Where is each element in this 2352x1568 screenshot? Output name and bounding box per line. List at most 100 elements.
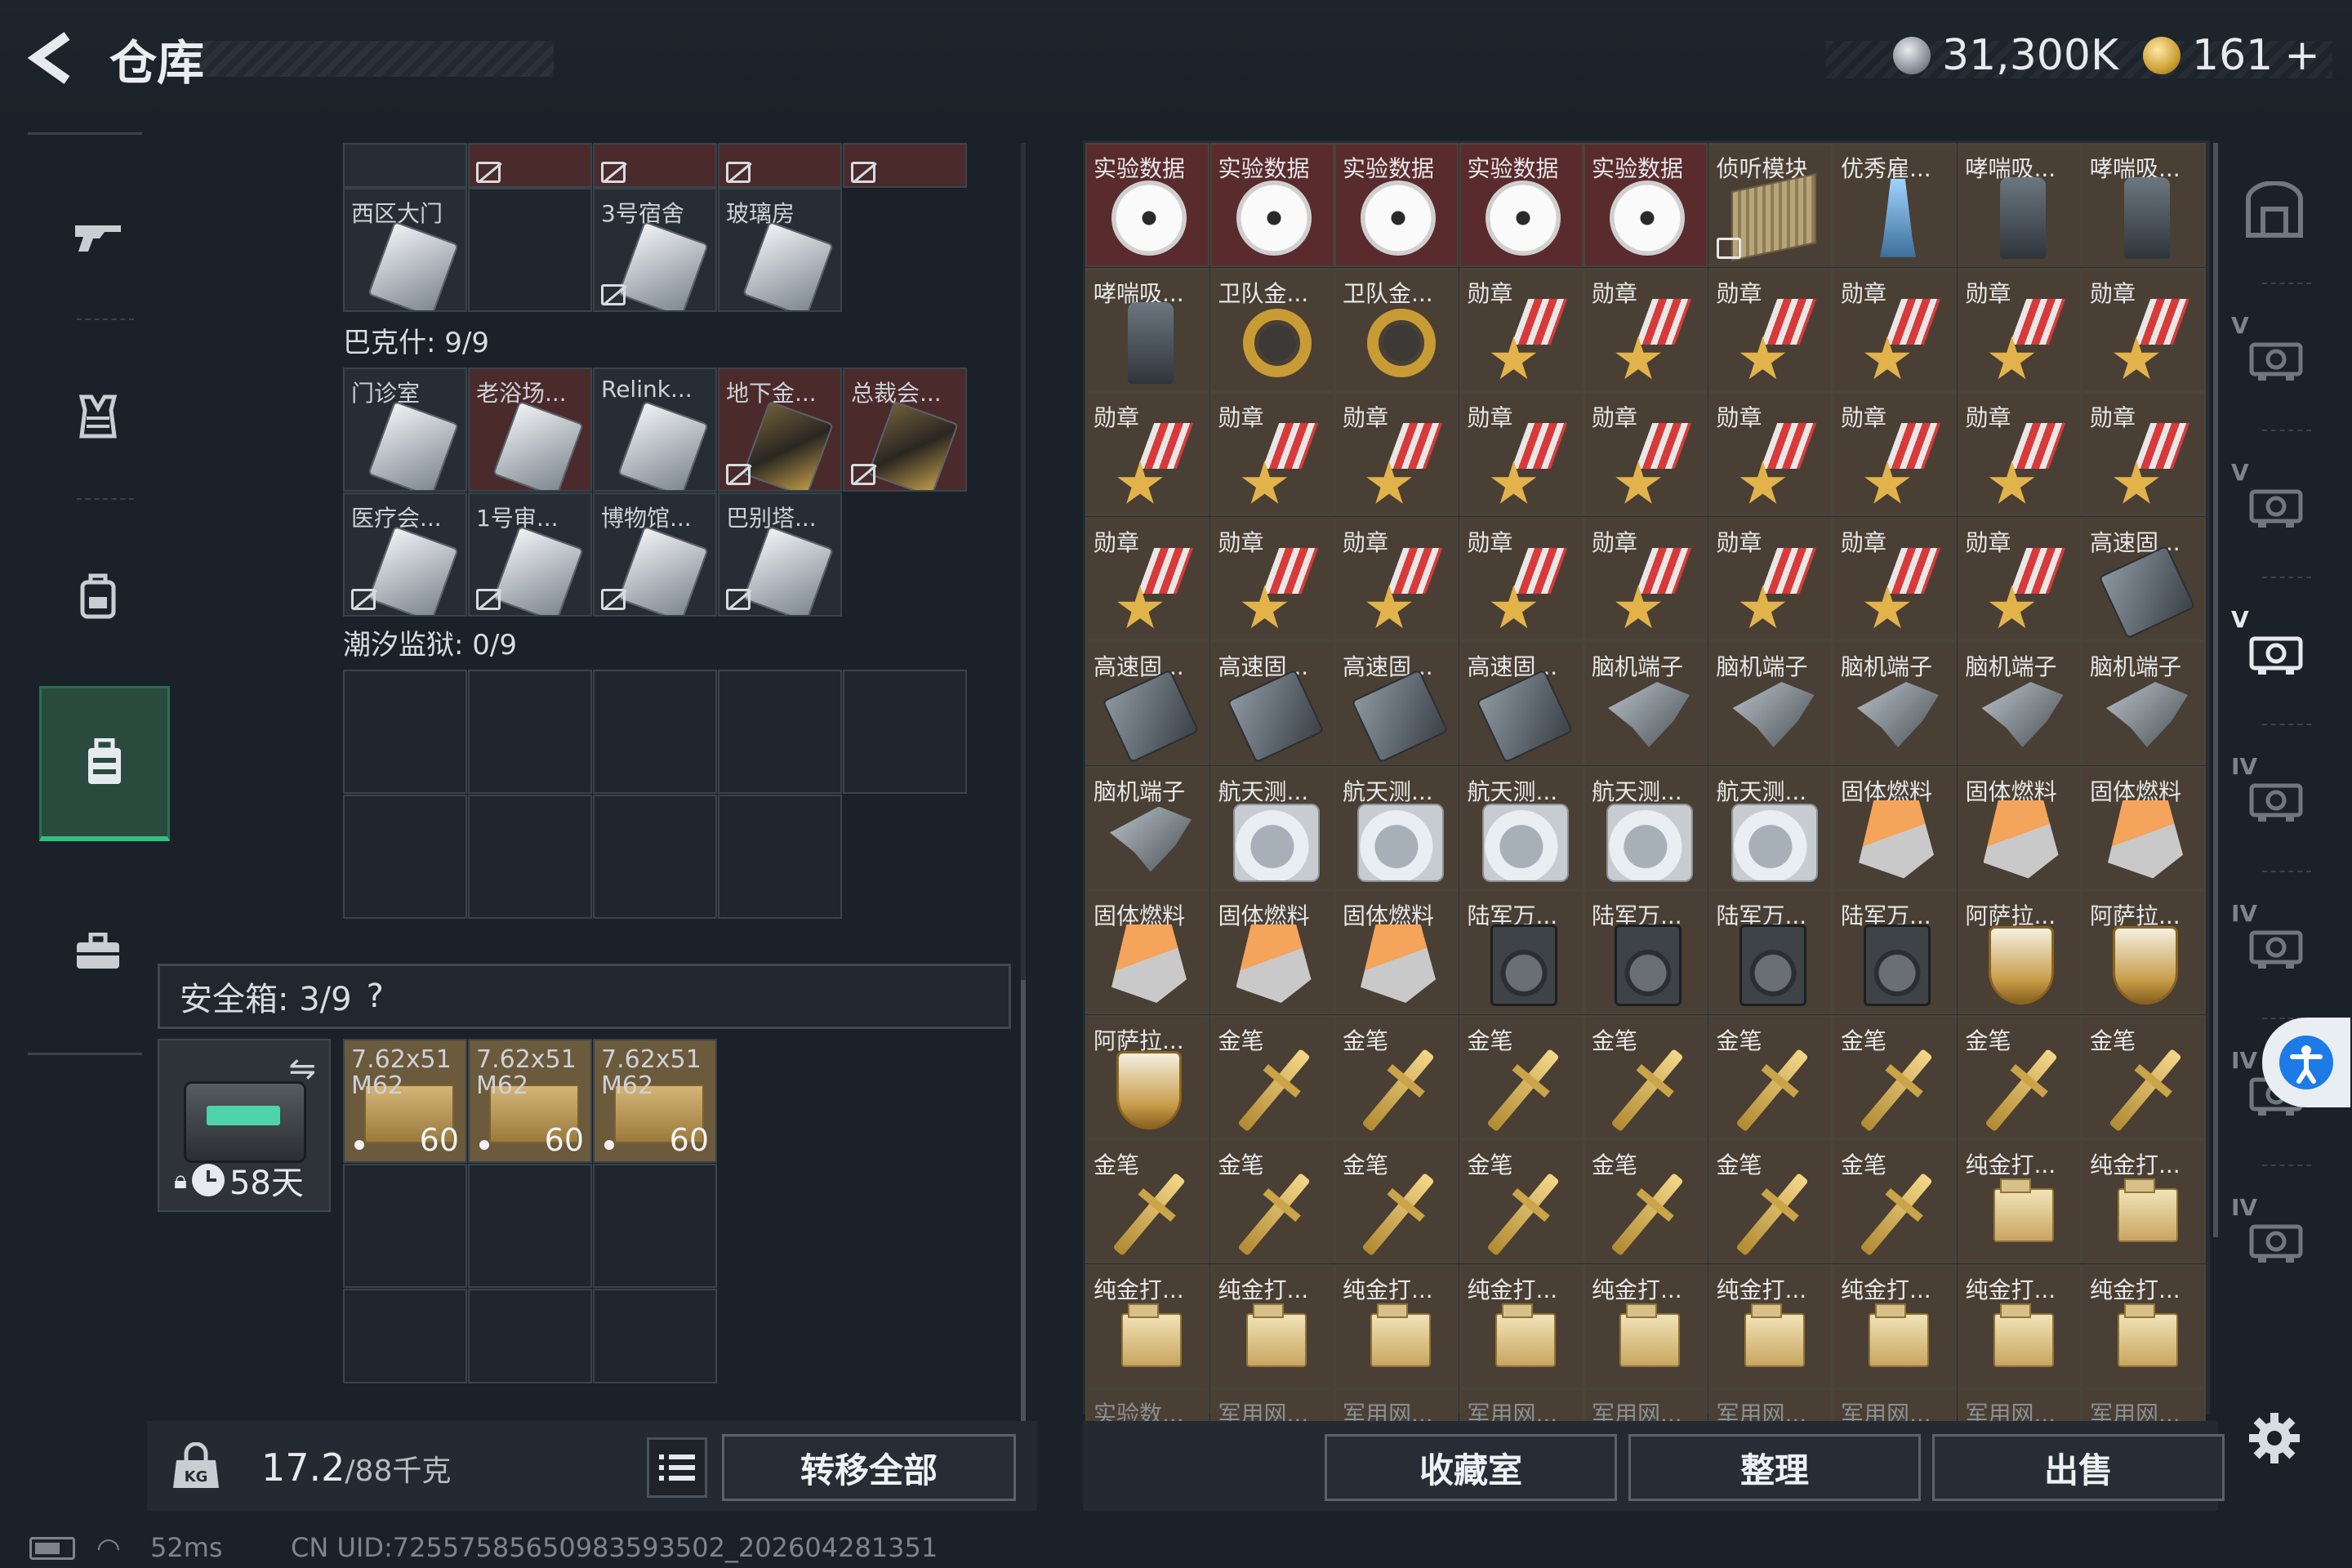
stash-scrollbar[interactable] <box>2213 143 2218 1237</box>
stash-item[interactable]: 航天测... <box>1584 765 1708 890</box>
stash-item[interactable]: 勋章 <box>1584 516 1708 641</box>
stash-item[interactable]: 高速固... <box>1459 641 1584 765</box>
stash-item[interactable]: 金笔 <box>1833 1014 1957 1139</box>
stash-tab-8[interactable]: IV <box>2230 1169 2319 1308</box>
stash-item[interactable]: 固体燃料 <box>2082 765 2206 890</box>
stash-item[interactable]: 高速固... <box>2082 516 2206 641</box>
stash-item[interactable]: 金笔 <box>1334 1139 1459 1263</box>
stash-item[interactable]: 金笔 <box>1708 1139 1833 1263</box>
stash-item[interactable]: 实验数据 <box>1209 143 1334 267</box>
stash-item[interactable]: 脑机端子 <box>1957 641 2082 765</box>
stash-item[interactable]: 实验数据 <box>1334 143 1459 267</box>
stash-item[interactable]: 金笔 <box>1209 1139 1334 1263</box>
stash-item[interactable]: 纯金打... <box>1459 1263 1584 1388</box>
nav-briefcase[interactable] <box>41 874 155 1029</box>
keycard-slot[interactable] <box>343 143 467 188</box>
keycard-slot[interactable]: 巴别塔... <box>718 492 842 617</box>
keycard-slot[interactable] <box>843 143 967 188</box>
stash-item[interactable]: 高速固... <box>1334 641 1459 765</box>
stash-item[interactable]: 勋章 <box>2082 392 2206 516</box>
stash-item[interactable]: 固体燃料 <box>1209 890 1334 1014</box>
stash-item[interactable]: 金笔 <box>2082 1014 2206 1139</box>
stash-item[interactable]: 勋章 <box>1957 392 2082 516</box>
settings-button[interactable] <box>2246 1410 2303 1467</box>
stash-item[interactable]: 侦听模块 <box>1708 143 1833 267</box>
center-scrollbar-thumb[interactable] <box>1021 980 1026 1421</box>
stash-item[interactable]: 勋章 <box>1708 516 1833 641</box>
stash-item[interactable]: 航天测... <box>1334 765 1459 890</box>
stash-item[interactable]: 卫队金... <box>1209 267 1334 392</box>
keycard-slot[interactable]: Relink... <box>593 368 717 492</box>
nav-backpack[interactable] <box>41 519 155 674</box>
keycard-slot[interactable]: 博物馆... <box>593 492 717 617</box>
stash-item[interactable]: 纯金打... <box>1833 1263 1957 1388</box>
keycard-slot[interactable]: 玻璃房 <box>718 188 842 312</box>
stash-item[interactable]: 勋章 <box>1334 516 1459 641</box>
stash-item[interactable]: 勋章 <box>1833 516 1957 641</box>
stash-item[interactable]: 纯金打... <box>1085 1263 1209 1388</box>
keycard-slot[interactable] <box>593 143 717 188</box>
keycard-slot[interactable] <box>718 143 842 188</box>
add-gold-button[interactable]: + <box>2284 31 2320 80</box>
stash-item[interactable]: 航天测... <box>1209 765 1334 890</box>
stash-item[interactable]: 阿萨拉... <box>2082 890 2206 1014</box>
nav-container[interactable] <box>39 686 170 841</box>
stash-item[interactable]: 纯金打... <box>1334 1263 1459 1388</box>
stash-item[interactable]: 金笔 <box>1584 1014 1708 1139</box>
collection-room-button[interactable]: 收藏室 <box>1325 1434 1617 1501</box>
stash-item[interactable]: 金笔 <box>1708 1014 1833 1139</box>
stash-item[interactable]: 勋章 <box>1459 267 1584 392</box>
stash-item[interactable]: 航天测... <box>1708 765 1833 890</box>
stash-tab-4[interactable]: V <box>2230 581 2319 720</box>
stash-tab-3[interactable]: V <box>2230 434 2319 573</box>
stash-item[interactable]: 勋章 <box>1085 516 1209 641</box>
stash-item[interactable]: 哮喘吸... <box>1085 267 1209 392</box>
keycard-slot[interactable]: 老浴场... <box>468 368 592 492</box>
stash-item[interactable]: 实验数据 <box>1584 143 1708 267</box>
accessibility-button[interactable] <box>2262 1018 2350 1107</box>
stash-item[interactable]: 脑机端子 <box>1833 641 1957 765</box>
stash-item[interactable]: 勋章 <box>2082 267 2206 392</box>
stash-item[interactable]: 纯金打... <box>2082 1263 2206 1388</box>
keycard-slot[interactable]: 1号审... <box>468 492 592 617</box>
keycard-slot[interactable]: 医疗会... <box>343 492 467 617</box>
stash-item[interactable]: 勋章 <box>1584 267 1708 392</box>
stash-tab-6[interactable]: IV <box>2230 875 2319 1014</box>
stash-item[interactable]: 陆军万... <box>1708 890 1833 1014</box>
stash-item[interactable]: 勋章 <box>1708 267 1833 392</box>
gold-currency[interactable]: 161 + <box>2143 31 2320 80</box>
stash-item[interactable]: 实验数据 <box>1085 143 1209 267</box>
stash-item[interactable]: 纯金打... <box>1584 1263 1708 1388</box>
stash-item[interactable]: 固体燃料 <box>1085 890 1209 1014</box>
stash-item[interactable]: 勋章 <box>1708 392 1833 516</box>
stash-item[interactable]: 金笔 <box>1833 1139 1957 1263</box>
stash-item[interactable]: 勋章 <box>1334 392 1459 516</box>
stash-item[interactable]: 金笔 <box>1957 1014 2082 1139</box>
stash-item[interactable]: 勋章 <box>1459 516 1584 641</box>
stash-tab-2[interactable]: V <box>2230 287 2319 426</box>
stash-item[interactable]: 航天测... <box>1459 765 1584 890</box>
stash-item[interactable]: 高速固... <box>1209 641 1334 765</box>
stash-item[interactable]: 脑机端子 <box>1708 641 1833 765</box>
stash-item[interactable]: 纯金打... <box>1957 1263 2082 1388</box>
stash-item[interactable]: 脑机端子 <box>1085 765 1209 890</box>
stash-item[interactable]: 纯金打... <box>1957 1139 2082 1263</box>
stash-item[interactable]: 金笔 <box>1209 1014 1334 1139</box>
help-icon[interactable]: ? <box>367 978 384 1015</box>
stash-item[interactable]: 固体燃料 <box>1334 890 1459 1014</box>
stash-item[interactable]: 卫队金... <box>1334 267 1459 392</box>
keycard-slot[interactable] <box>468 143 592 188</box>
sort-button[interactable]: 整理 <box>1628 1434 1921 1501</box>
swap-icon[interactable]: ⇋ <box>288 1050 316 1088</box>
stash-item[interactable]: 金笔 <box>1459 1014 1584 1139</box>
stash-item[interactable]: 固体燃料 <box>1833 765 1957 890</box>
stash-item[interactable]: 陆军万... <box>1584 890 1708 1014</box>
stash-item[interactable]: 阿萨拉... <box>1957 890 2082 1014</box>
stash-item[interactable]: 勋章 <box>1833 392 1957 516</box>
stash-item[interactable]: 金笔 <box>1334 1014 1459 1139</box>
stash-tab-1[interactable]: safe-icon <box>2230 140 2319 279</box>
nav-armor[interactable] <box>41 339 155 494</box>
stash-item[interactable]: 勋章 <box>1209 516 1334 641</box>
stash-item[interactable]: 纯金打... <box>1209 1263 1334 1388</box>
keycard-slot[interactable]: 门诊室 <box>343 368 467 492</box>
